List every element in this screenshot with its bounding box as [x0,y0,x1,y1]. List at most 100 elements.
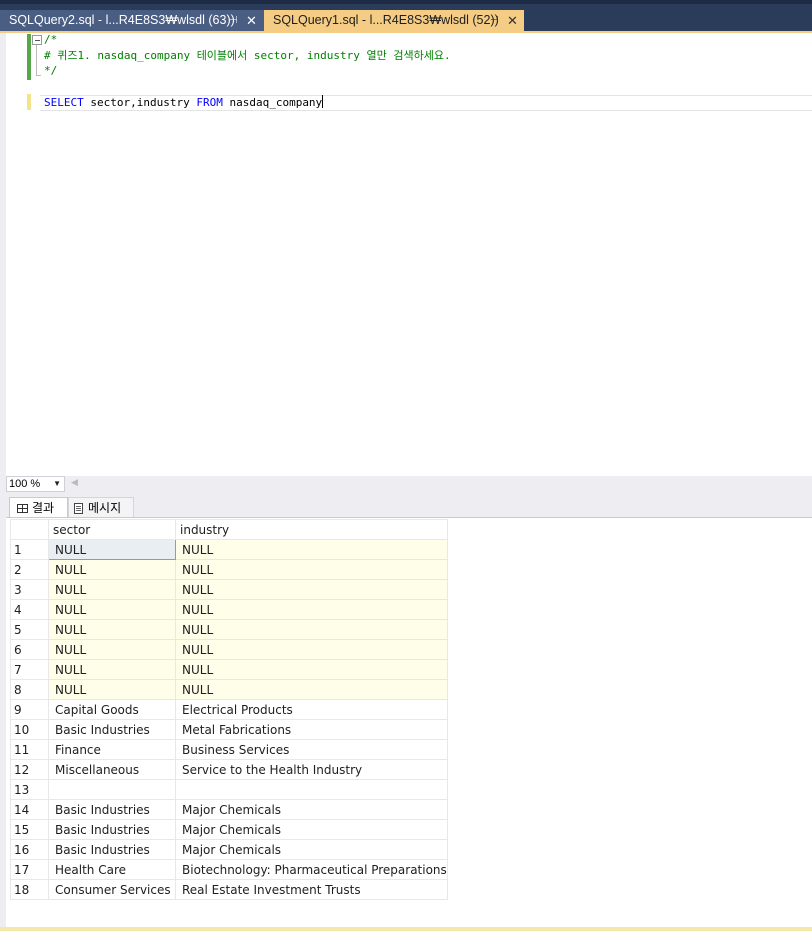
cell-industry[interactable]: NULL [175,539,448,560]
scroll-left-arrow-icon[interactable]: ◀ [71,478,78,488]
cell-sector[interactable]: NULL [48,539,176,560]
row-number[interactable]: 7 [10,659,49,680]
zoom-value: 100 % [9,478,41,490]
row-number[interactable]: 13 [10,779,49,800]
cell-industry[interactable]: Metal Fabrications [175,719,448,740]
table-row[interactable]: 5 NULL NULL [10,619,448,640]
cell-sector[interactable]: NULL [48,659,176,680]
table-row[interactable]: 18 Consumer Services Real Estate Investmen… [10,879,448,900]
zoom-dropdown[interactable]: 100 % ▼ [6,476,65,492]
cell-industry[interactable] [175,779,448,800]
cell-sector[interactable]: NULL [48,559,176,580]
tab-label: SQLQuery1.sql - l...R4E8S3₩wlsdl (52)) [273,13,499,27]
row-number[interactable]: 6 [10,639,49,660]
row-number[interactable]: 2 [10,559,49,580]
row-number[interactable]: 4 [10,599,49,620]
row-number[interactable]: 10 [10,719,49,740]
table-row[interactable]: 1 NULL NULL [10,539,448,560]
table-row[interactable]: 17 Health Care Biotechnology: Pharmaceutic… [10,859,448,880]
close-icon[interactable]: ✕ [246,10,257,31]
table-row[interactable]: 15 Basic Industries Major Chemicals [10,819,448,840]
cell-sector[interactable]: NULL [48,579,176,600]
results-grid[interactable]: sector industry 1 NULL NULL 2 NULL NULL 3 NULL N… [10,519,448,900]
table-row[interactable]: 8 NULL NULL [10,679,448,700]
collapse-region-icon[interactable] [32,35,42,45]
row-number[interactable]: 14 [10,799,49,820]
grid-header-row: sector industry [10,519,448,540]
table-row[interactable]: 6 NULL NULL [10,639,448,660]
row-number[interactable]: 9 [10,699,49,720]
close-icon[interactable]: ✕ [507,10,518,31]
row-number[interactable]: 3 [10,579,49,600]
tab-sqlquery1[interactable]: SQLQuery1.sql - l...R4E8S3₩wlsdl (52)) ⊣… [264,10,524,31]
row-number[interactable]: 5 [10,619,49,640]
code-line-2[interactable]: # 퀴즈1. nasdaq_company 테이블에서 sector, indu… [44,48,451,64]
cell-sector[interactable] [48,779,176,800]
table-row[interactable]: 4 NULL NULL [10,599,448,620]
code-line-select[interactable]: SELECT sector,industry FROM nasdaq_compa… [44,95,324,111]
cell-industry[interactable]: Major Chemicals [175,819,448,840]
cell-sector[interactable]: Capital Goods [48,699,176,720]
tab-sqlquery2[interactable]: SQLQuery2.sql - l...R4E8S3₩wlsdl (63)) ⊣… [0,10,264,31]
cell-sector[interactable]: Finance [48,739,176,760]
text-caret [322,95,324,108]
row-number[interactable]: 12 [10,759,49,780]
cell-industry[interactable]: NULL [175,579,448,600]
table-row[interactable]: 7 NULL NULL [10,659,448,680]
cell-industry[interactable]: NULL [175,599,448,620]
cell-industry[interactable]: NULL [175,679,448,700]
cell-industry[interactable]: Biotechnology: Pharmaceutical Preparatio… [175,859,448,880]
cell-sector[interactable]: NULL [48,599,176,620]
row-number[interactable]: 15 [10,819,49,840]
pin-icon[interactable]: ⊣ [490,10,499,31]
tab-results[interactable]: 결과 [9,497,68,518]
column-header-sector[interactable]: sector [48,519,176,540]
table-row[interactable]: 2 NULL NULL [10,559,448,580]
row-number[interactable]: 17 [10,859,49,880]
table-row[interactable]: 9 Capital Goods Electrical Products [10,699,448,720]
cell-sector[interactable]: Basic Industries [48,819,176,840]
cell-sector[interactable]: Basic Industries [48,799,176,820]
cell-industry[interactable]: Major Chemicals [175,799,448,820]
row-number-header[interactable] [10,519,49,540]
cell-sector[interactable]: NULL [48,639,176,660]
status-strip [0,927,812,931]
cell-industry[interactable]: Real Estate Investment Trusts [175,879,448,900]
cell-sector[interactable]: Consumer Services [48,879,176,900]
cell-sector[interactable]: Miscellaneous [48,759,176,780]
table-row[interactable]: 10 Basic Industries Metal Fabrications [10,719,448,740]
cell-industry[interactable]: NULL [175,619,448,640]
column-list: sector,industry [83,96,197,109]
cell-industry[interactable]: Service to the Health Industry [175,759,448,780]
column-header-industry[interactable]: industry [175,519,448,540]
cell-industry[interactable]: NULL [175,659,448,680]
table-row[interactable]: 13 [10,779,448,800]
tab-messages[interactable]: 메시지 [68,497,134,518]
cell-industry[interactable]: Major Chemicals [175,839,448,860]
row-number[interactable]: 18 [10,879,49,900]
cell-industry[interactable]: NULL [175,639,448,660]
code-line-3[interactable]: */ [44,63,57,79]
keyword-from: FROM [196,96,223,109]
table-row[interactable]: 11 Finance Business Services [10,739,448,760]
table-row[interactable]: 14 Basic Industries Major Chemicals [10,799,448,820]
cell-sector[interactable]: NULL [48,619,176,640]
cell-sector[interactable]: Basic Industries [48,839,176,860]
code-line-1[interactable]: /* [44,32,57,48]
table-row[interactable]: 12 Miscellaneous Service to the Health Ind… [10,759,448,780]
row-number[interactable]: 16 [10,839,49,860]
cell-industry[interactable]: Business Services [175,739,448,760]
row-number[interactable]: 8 [10,679,49,700]
cell-sector[interactable]: Basic Industries [48,719,176,740]
cell-sector[interactable]: NULL [48,679,176,700]
window-top-edge [0,0,812,4]
cell-industry[interactable]: NULL [175,559,448,580]
cell-industry[interactable]: Electrical Products [175,699,448,720]
row-number[interactable]: 11 [10,739,49,760]
cell-sector[interactable]: Health Care [48,859,176,880]
row-number[interactable]: 1 [10,539,49,560]
table-row[interactable]: 3 NULL NULL [10,579,448,600]
table-row[interactable]: 16 Basic Industries Major Chemicals [10,839,448,860]
pin-icon[interactable]: ⊣ [229,10,238,31]
dropdown-arrow-icon[interactable]: ▼ [53,477,61,491]
